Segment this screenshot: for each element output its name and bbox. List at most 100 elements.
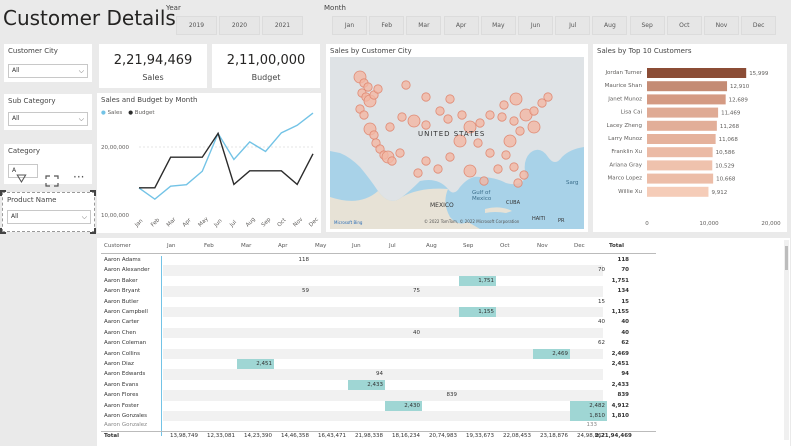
matrix-cell-value[interactable]: 1,155 bbox=[459, 309, 494, 315]
matrix-row-label[interactable]: Aaron Carter bbox=[104, 319, 164, 325]
matrix-cell-value[interactable]: 2,451 bbox=[237, 361, 272, 367]
map-bubble[interactable] bbox=[433, 164, 443, 174]
matrix-row-label[interactable]: Aaron Edwards bbox=[104, 371, 164, 377]
sub-category-dropdown[interactable]: All ⌵ bbox=[8, 112, 88, 126]
map-bubble[interactable] bbox=[421, 92, 431, 102]
product-name-dropdown[interactable]: All ⌵ bbox=[7, 210, 91, 224]
scroll-thumb[interactable] bbox=[785, 246, 788, 270]
matrix-row-label[interactable]: Aaron Diaz bbox=[104, 361, 164, 367]
map-bubble[interactable] bbox=[497, 112, 507, 122]
matrix-cell-value[interactable]: 2,430 bbox=[385, 403, 420, 409]
map-bubble[interactable] bbox=[359, 110, 369, 120]
bar[interactable] bbox=[647, 68, 747, 78]
map-bubble[interactable] bbox=[499, 100, 509, 110]
bar[interactable] bbox=[647, 186, 709, 197]
bar[interactable] bbox=[647, 173, 714, 184]
map-bubble[interactable] bbox=[503, 134, 517, 148]
matrix-row-label[interactable]: Aaron Adams bbox=[104, 257, 164, 263]
matrix-cell-value[interactable]: 2,469 bbox=[533, 351, 568, 357]
matrix-row-label[interactable]: Aaron Baker bbox=[104, 278, 164, 284]
map-bubble[interactable] bbox=[509, 162, 519, 172]
month-option-aug[interactable]: Aug bbox=[592, 16, 628, 35]
map-bubble[interactable] bbox=[509, 116, 519, 126]
map-bubble[interactable] bbox=[369, 130, 379, 140]
month-option-sep[interactable]: Sep bbox=[629, 16, 665, 35]
map-bubble[interactable] bbox=[421, 156, 431, 166]
month-option-mar[interactable]: Mar bbox=[406, 16, 442, 35]
matrix-cell-value[interactable]: 2,433 bbox=[348, 382, 383, 388]
map-bubble[interactable] bbox=[445, 94, 455, 104]
map-bubble[interactable] bbox=[421, 120, 431, 130]
bar[interactable] bbox=[647, 134, 716, 144]
matrix-row-label[interactable]: Aaron Coleman bbox=[104, 340, 164, 346]
bar[interactable] bbox=[647, 94, 726, 105]
matrix-cell-value[interactable]: 1,751 bbox=[459, 278, 494, 284]
map-bubble[interactable] bbox=[387, 156, 397, 166]
matrix-cell-value[interactable]: 839 bbox=[422, 392, 458, 398]
matrix-row-label[interactable]: Aaron Chen bbox=[104, 330, 164, 336]
map-bubble[interactable] bbox=[519, 170, 529, 180]
matrix-row-label[interactable]: Aaron Bryant bbox=[104, 288, 164, 294]
year-option-2021[interactable]: 2021 bbox=[262, 16, 303, 35]
matrix-row-label[interactable]: Aaron Foster bbox=[104, 403, 164, 409]
resize-handle[interactable] bbox=[90, 190, 96, 196]
matrix-row-label[interactable]: Aaron Gonzales bbox=[104, 413, 164, 419]
map-bubble[interactable] bbox=[543, 92, 553, 102]
matrix-cell-value[interactable]: 118 bbox=[274, 257, 310, 263]
map-bubble[interactable] bbox=[443, 114, 453, 124]
bar[interactable] bbox=[647, 107, 719, 118]
month-option-nov[interactable]: Nov bbox=[704, 16, 739, 35]
matrix-row-label[interactable]: Aaron Collins bbox=[104, 351, 164, 357]
matrix-cell-value[interactable]: 59 bbox=[274, 288, 309, 294]
month-option-jan[interactable]: Jan bbox=[332, 16, 367, 35]
month-option-dec[interactable]: Dec bbox=[741, 16, 777, 35]
bar[interactable] bbox=[647, 81, 728, 92]
month-option-may[interactable]: May bbox=[480, 16, 516, 35]
year-option-2019[interactable]: 2019 bbox=[176, 16, 217, 35]
map-bubble[interactable] bbox=[397, 112, 407, 122]
month-option-apr[interactable]: Apr bbox=[443, 16, 479, 35]
filter-icon[interactable]: ⛛ bbox=[16, 172, 27, 187]
month-option-oct[interactable]: Oct bbox=[666, 16, 702, 35]
map-canvas[interactable]: UNITED STATES MEXICO Gulf of Mexico CUBA… bbox=[330, 57, 584, 229]
map-bubble[interactable] bbox=[435, 106, 445, 116]
matrix-scrollbar[interactable] bbox=[784, 240, 789, 440]
focus-mode-icon[interactable] bbox=[45, 172, 59, 187]
year-option-2020[interactable]: 2020 bbox=[219, 16, 260, 35]
month-option-jun[interactable]: Jun bbox=[518, 16, 553, 35]
map-bubble[interactable] bbox=[413, 168, 423, 178]
map-bubble[interactable] bbox=[509, 92, 523, 106]
matrix-row-label[interactable]: Aaron Alexander bbox=[104, 267, 164, 273]
resize-handle[interactable] bbox=[0, 190, 6, 196]
matrix-cell-value[interactable]: 40 bbox=[385, 330, 420, 336]
bar[interactable] bbox=[647, 147, 713, 158]
customer-city-dropdown[interactable]: All ⌵ bbox=[8, 64, 88, 78]
map-bubble[interactable] bbox=[529, 106, 539, 116]
month-option-feb[interactable]: Feb bbox=[369, 16, 405, 35]
matrix-row-label[interactable]: Aaron Butler bbox=[104, 299, 164, 305]
map-bubble[interactable] bbox=[515, 126, 525, 136]
map-bubble[interactable] bbox=[527, 120, 541, 134]
map-bubble[interactable] bbox=[395, 148, 405, 158]
matrix-cell-value[interactable]: 94 bbox=[348, 371, 383, 377]
matrix-row-label[interactable]: Aaron Evans bbox=[104, 382, 164, 388]
map-bubble[interactable] bbox=[475, 118, 485, 128]
resize-handle[interactable] bbox=[90, 228, 96, 234]
bar[interactable] bbox=[647, 160, 713, 171]
map-bubble[interactable] bbox=[401, 80, 411, 90]
map-bubble[interactable] bbox=[385, 122, 395, 132]
map-bubble[interactable] bbox=[373, 84, 383, 94]
bar[interactable] bbox=[647, 120, 717, 131]
map-bubble[interactable] bbox=[473, 138, 483, 148]
map-bubble[interactable] bbox=[501, 150, 511, 160]
map-bubble[interactable] bbox=[457, 110, 467, 120]
month-option-jul[interactable]: Jul bbox=[555, 16, 591, 35]
map-bubble[interactable] bbox=[445, 152, 455, 162]
map-bubble[interactable] bbox=[479, 176, 489, 186]
map-bubble[interactable] bbox=[407, 114, 421, 128]
map-bubble[interactable] bbox=[513, 178, 523, 188]
matrix-row-label[interactable]: Aaron Flores bbox=[104, 392, 164, 398]
product-name-filter[interactable]: Product Name All ⌵ bbox=[2, 192, 95, 232]
more-options-icon[interactable]: ··· bbox=[73, 170, 84, 184]
map-bubble[interactable] bbox=[493, 164, 503, 174]
